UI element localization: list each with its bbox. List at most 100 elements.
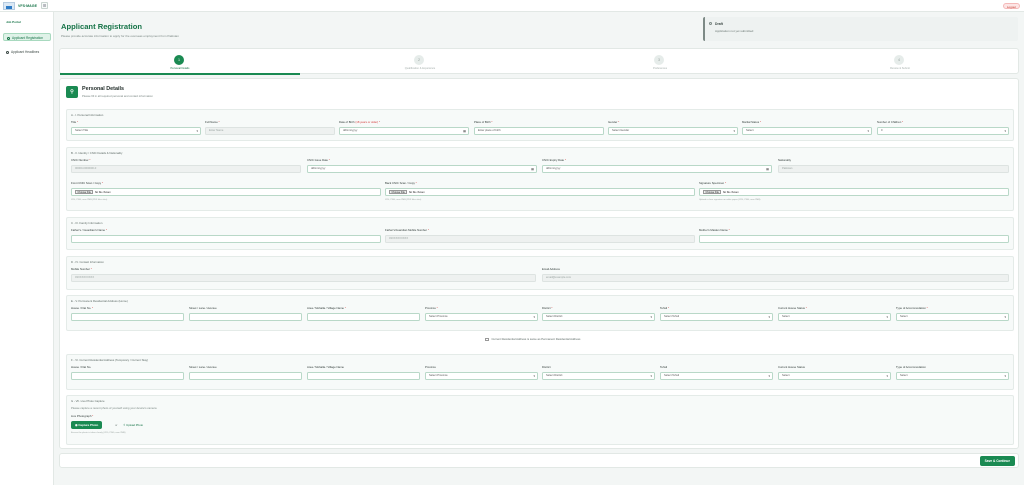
step-label: Qualification & Experience (404, 67, 436, 70)
father-mobile-input[interactable]: 03XXXXXXXXX (385, 235, 695, 243)
children-label: Number of Children * (877, 120, 904, 124)
cnic-label: CNIC Number * (71, 158, 91, 162)
step-number: 4 (894, 55, 904, 65)
house-input[interactable] (71, 313, 184, 321)
gender-select[interactable]: Select Gender (608, 127, 738, 135)
marital-status-label: Marital Status * (742, 120, 761, 124)
info-icon (709, 22, 712, 25)
photo-panel: G - VII. Live Photo Capture Please captu… (66, 395, 1014, 445)
district-label: District * (542, 306, 553, 310)
status-title: Draft (715, 22, 723, 26)
back-cnic-file-input[interactable]: Choose File No file chosen (385, 188, 695, 196)
accommodation-label: Type of Accommodation (896, 365, 926, 369)
panel-title: E - V. Permanent Residential Address (Ho… (71, 299, 128, 303)
street-input[interactable] (189, 313, 302, 321)
house-label: House / Flat No. (71, 365, 92, 369)
mobile-label: Mobile Number * (71, 267, 92, 271)
sidebar-item-applicant-registration[interactable]: Applicant Registration (3, 33, 51, 41)
province-label: Province * (425, 306, 438, 310)
email-input[interactable]: email@example.com (542, 274, 1009, 282)
cnic-issue-input[interactable]: dd/mm/yyyy (307, 165, 537, 173)
file-status: No file chosen (408, 190, 425, 194)
checkbox-box[interactable] (485, 337, 489, 342)
mother-name-input[interactable] (699, 235, 1009, 243)
logo (3, 2, 15, 10)
accommodation-select[interactable]: Select (896, 372, 1009, 380)
logout-button[interactable]: Logout (1002, 3, 1020, 9)
section-subtitle: Please fill in all required personal and… (82, 94, 153, 98)
step-label: Review & Submit (890, 67, 910, 70)
signature-label: Signature Specimen * (699, 181, 727, 185)
house-status-select[interactable]: Select (778, 313, 891, 321)
document-icon (6, 50, 9, 54)
district-label: District (542, 365, 551, 369)
save-continue-button[interactable]: Save & Continue (979, 456, 1015, 466)
panel-title: F - VI. Current Residential Address (Tem… (71, 358, 149, 362)
province-select[interactable]: Select Province (425, 313, 538, 321)
cnic-issue-label: CNIC Issue Date * (307, 158, 330, 162)
choose-file-button[interactable]: Choose File (75, 189, 94, 194)
upload-photo-button[interactable]: ⇧ Upload Photo (123, 423, 143, 427)
district-select[interactable]: Select District (542, 313, 655, 321)
area-input[interactable] (307, 372, 420, 380)
accommodation-select[interactable]: Select (896, 313, 1009, 321)
tehsil-select[interactable]: Select Tehsil (660, 313, 773, 321)
mobile-input[interactable]: 03XXXXXXXXX (71, 274, 536, 282)
dob-label: Date of Birth (18 years or older) * (339, 120, 381, 124)
family-panel: C - III. Family Information Father's / G… (66, 217, 1014, 250)
area-label: Area / Mohalla / Village Name * (307, 306, 346, 310)
choose-file-button[interactable]: Choose File (703, 189, 722, 194)
step-review[interactable]: 4 Review & Submit (780, 49, 1020, 75)
same-address-label: Current Residential Address is same as P… (491, 337, 581, 341)
photo-subtitle: Please capture a recent photo of yoursel… (71, 406, 157, 410)
accommodation-label: Type of Accommodation * (896, 306, 928, 310)
pob-label: Place of Birth * (474, 120, 493, 124)
cnic-input[interactable]: 00000-0000000-0 (71, 165, 301, 173)
pob-input[interactable]: Enter place of birth (474, 127, 604, 135)
area-input[interactable] (307, 313, 420, 321)
nationality-label: Nationality (778, 158, 792, 162)
full-name-input[interactable]: Enter Name (205, 127, 335, 135)
house-input[interactable] (71, 372, 184, 380)
photo-label: Live Photograph * (71, 414, 94, 418)
same-address-checkbox[interactable]: Current Residential Address is same as P… (485, 337, 581, 342)
menu-icon[interactable]: ☰ (41, 2, 48, 9)
cnic-expiry-input[interactable]: dd/mm/yyyy (542, 165, 772, 173)
dob-input[interactable]: dd/mm/yyyy (339, 127, 469, 135)
top-bar: VFS·MAGE ☰ Logout (0, 0, 1024, 12)
province-label: Province (425, 365, 436, 369)
brand-name: VFS·MAGE (18, 4, 37, 8)
sidebar-category: Job Portal (6, 20, 21, 24)
marital-status-select[interactable]: Select (742, 127, 872, 135)
step-progress-bar (60, 73, 300, 75)
street-label: Street / Lane / Avenue (189, 306, 217, 310)
file-status: No file chosen (94, 190, 111, 194)
choose-file-button[interactable]: Choose File (389, 189, 408, 194)
street-input[interactable] (189, 372, 302, 380)
step-preferences[interactable]: 3 Preferences (540, 49, 780, 75)
panel-title: B - II. Identity / CNIC Details & Nation… (71, 151, 123, 155)
title-select[interactable]: Select Title (71, 127, 201, 135)
status-text: Application not yet submitted (715, 29, 754, 33)
tehsil-select[interactable]: Select Tehsil (660, 372, 773, 380)
step-number: 1 (174, 55, 184, 65)
capture-photo-button[interactable]: ◉ Capture Photo (71, 421, 103, 429)
step-label: Personal Details (170, 67, 190, 70)
front-cnic-file-input[interactable]: Choose File No file chosen (71, 188, 381, 196)
province-select[interactable]: Select Province (425, 372, 538, 380)
tehsil-label: Tehsil (660, 365, 668, 369)
house-status-select[interactable]: Select (778, 372, 891, 380)
step-qualification[interactable]: 2 Qualification & Experience (300, 49, 540, 75)
children-select[interactable]: 0 (877, 127, 1009, 135)
district-select[interactable]: Select District (542, 372, 655, 380)
father-name-input[interactable] (71, 235, 381, 243)
step-personal-details[interactable]: 1 Personal Details (60, 49, 300, 75)
nationality-input[interactable]: Pakistan (778, 165, 1009, 173)
form-footer: Save & Continue (59, 453, 1019, 468)
photo-help: Ensure the photo is taken clearly (JPG, … (71, 432, 126, 434)
or-text: or (115, 423, 118, 427)
sidebar-item-applicant-headlines[interactable]: Applicant Headlines (3, 48, 51, 56)
signature-file-input[interactable]: Choose File No file chosen (699, 188, 1009, 196)
identity-panel: B - II. Identity / CNIC Details & Nation… (66, 147, 1014, 211)
clipboard-icon (7, 36, 10, 40)
